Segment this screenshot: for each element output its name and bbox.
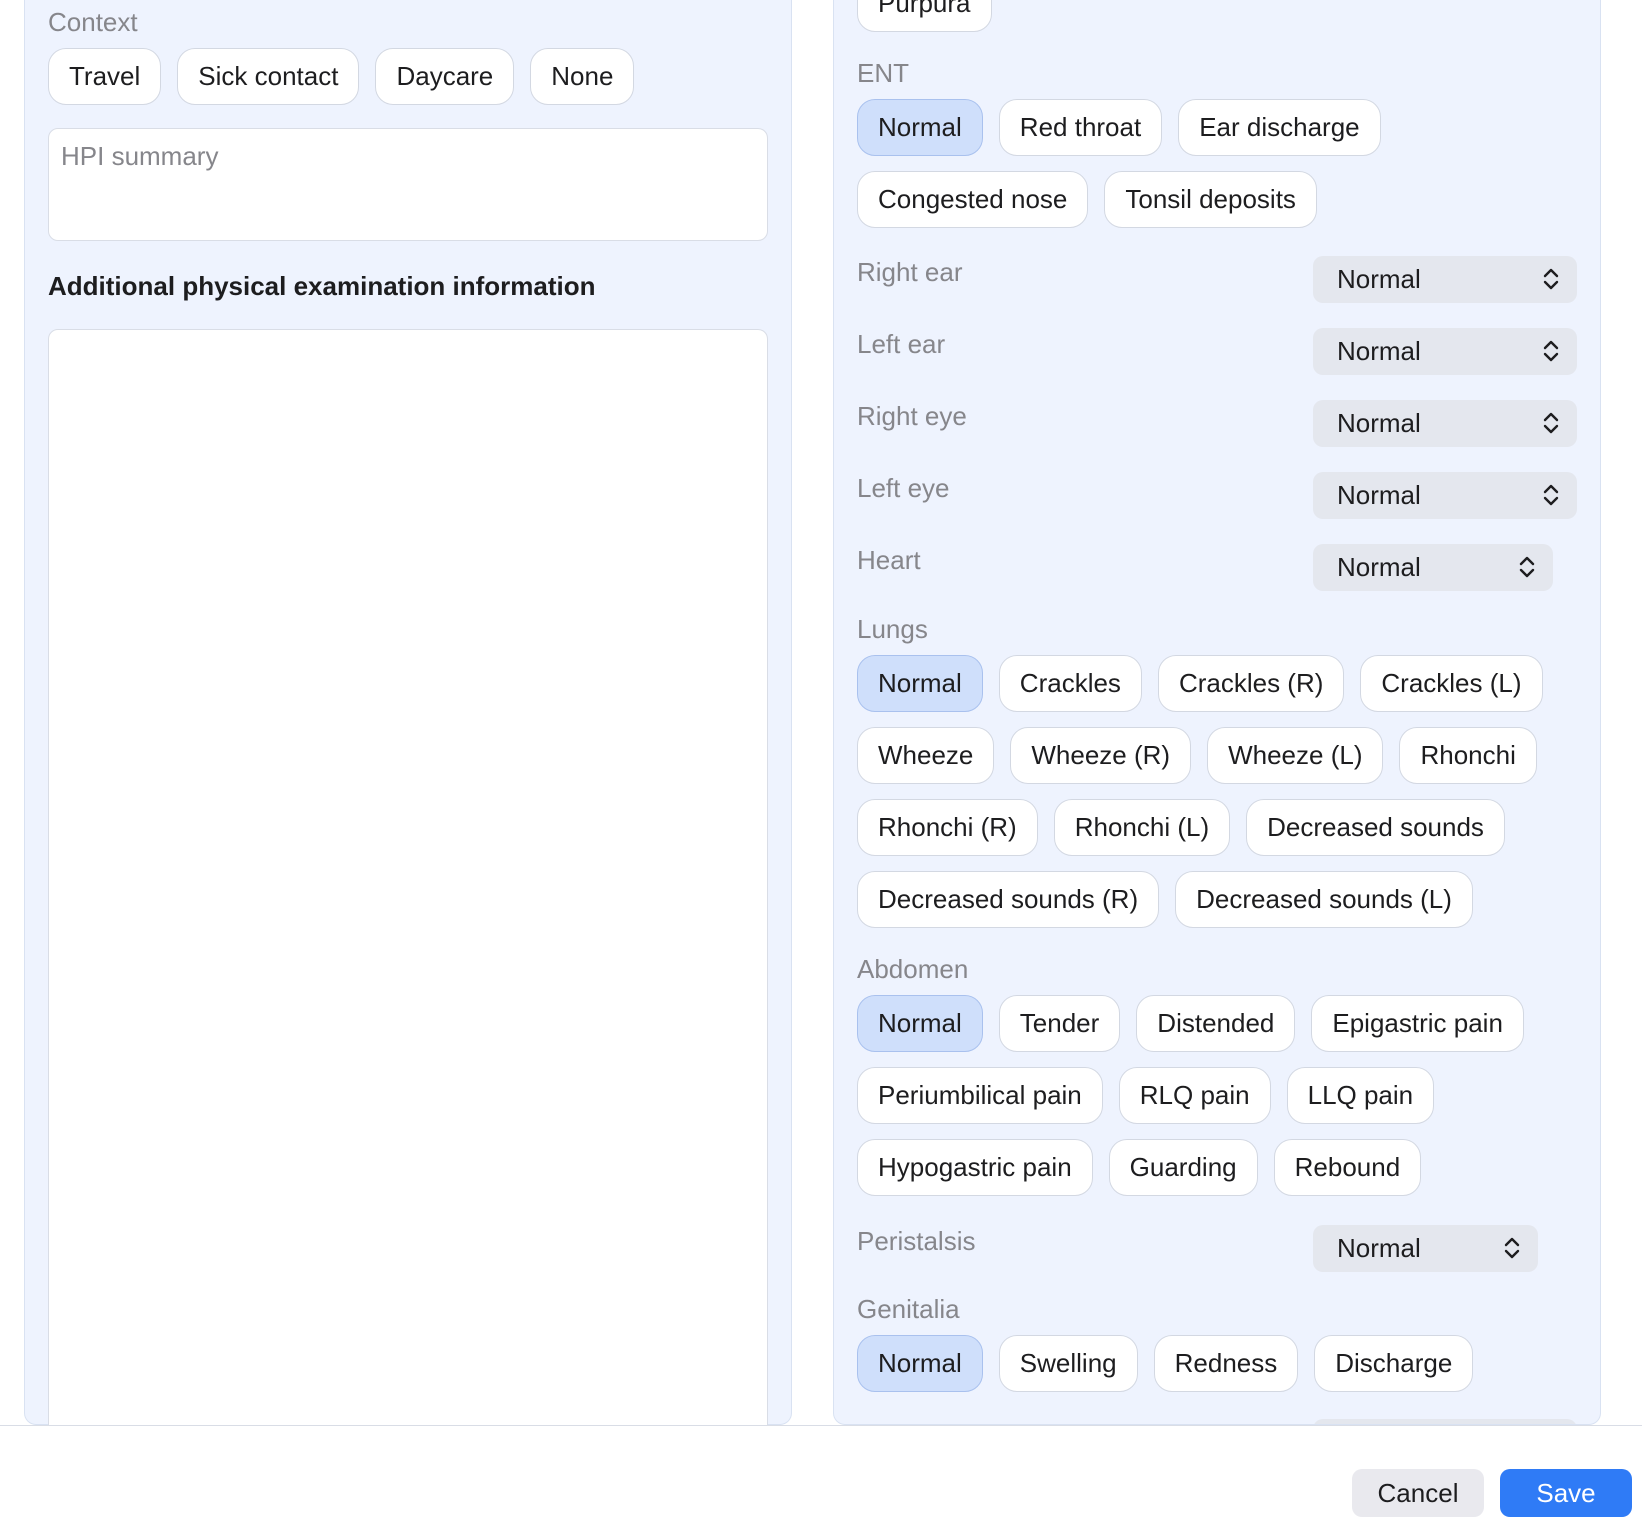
ent-chip-normal[interactable]: Normal [857, 99, 983, 156]
hpi-summary-placeholder: HPI summary [61, 141, 219, 171]
abdomen-chip-hypogastric-pain[interactable]: Hypogastric pain [857, 1139, 1093, 1196]
lungs-chip-crackles[interactable]: Crackles [998, 655, 1142, 712]
abdomen-chip-distended[interactable]: Distended [1136, 995, 1296, 1052]
genitalia-chip-redness[interactable]: Redness [1153, 1335, 1299, 1392]
chevron-up-down-icon [1543, 268, 1559, 290]
right-eye-value: Normal [1337, 408, 1421, 438]
lungs-chip-row-4: Decreased sounds (R) Decreased sounds (L… [857, 871, 1473, 928]
abdomen-chip-normal[interactable]: Normal [857, 995, 983, 1052]
additional-exam-heading: Additional physical examination informat… [48, 271, 596, 301]
lungs-chip-row-3: Rhonchi (R) Rhonchi (L) Decreased sounds [857, 799, 1505, 856]
chevron-up-down-icon [1543, 412, 1559, 434]
right-ear-select[interactable]: Normal [1313, 256, 1577, 303]
peristalsis-select[interactable]: Normal [1313, 1225, 1538, 1272]
context-chip-sick-contact[interactable]: Sick contact [177, 48, 360, 105]
left-eye-label: Left eye [857, 473, 950, 503]
save-button[interactable]: Save [1500, 1469, 1632, 1517]
lungs-chip-decreased-sounds-l[interactable]: Decreased sounds (L) [1175, 871, 1473, 928]
hpi-summary-input[interactable]: HPI summary [48, 128, 768, 241]
abdomen-chip-rlq-pain[interactable]: RLQ pain [1118, 1067, 1271, 1124]
right-eye-select[interactable]: Normal [1313, 400, 1577, 447]
lungs-chip-rhonchi-r[interactable]: Rhonchi (R) [857, 799, 1038, 856]
abdomen-chip-epigastric-pain[interactable]: Epigastric pain [1311, 995, 1524, 1052]
abdomen-chip-row-1: Normal Tender Distended Epigastric pain [857, 995, 1524, 1052]
context-chip-travel[interactable]: Travel [48, 48, 162, 105]
genitalia-chip-discharge[interactable]: Discharge [1314, 1335, 1474, 1392]
right-ear-value: Normal [1337, 264, 1421, 294]
lungs-chip-crackles-l[interactable]: Crackles (L) [1360, 655, 1543, 712]
genitalia-chip-swelling[interactable]: Swelling [998, 1335, 1138, 1392]
ent-chip-row-1: Normal Red throat Ear discharge [857, 99, 1381, 156]
lungs-chip-wheeze[interactable]: Wheeze [857, 727, 995, 784]
abdomen-chip-periumbilical-pain[interactable]: Periumbilical pain [857, 1067, 1103, 1124]
genitalia-label: Genitalia [857, 1294, 960, 1324]
left-ear-select[interactable]: Normal [1313, 328, 1577, 375]
context-chip-daycare[interactable]: Daycare [375, 48, 515, 105]
lungs-chip-rhonchi[interactable]: Rhonchi [1399, 727, 1537, 784]
abdomen-chip-guarding[interactable]: Guarding [1108, 1139, 1258, 1196]
chevron-up-down-icon [1543, 484, 1559, 506]
peristalsis-label: Peristalsis [857, 1226, 976, 1256]
abdomen-chip-rebound[interactable]: Rebound [1273, 1139, 1422, 1196]
physical-exam-panel: Purpura ENT Normal Red throat Ear discha… [833, 0, 1601, 1425]
genitalia-chip-row-1: Normal Swelling Redness Discharge [857, 1335, 1474, 1392]
left-ear-value: Normal [1337, 336, 1421, 366]
right-eye-label: Right eye [857, 401, 967, 431]
ent-chip-red-throat[interactable]: Red throat [998, 99, 1163, 156]
chevron-up-down-icon [1543, 340, 1559, 362]
abdomen-chip-llq-pain[interactable]: LLQ pain [1286, 1067, 1435, 1124]
context-chip-row: Travel Sick contact Daycare None [48, 48, 635, 105]
heart-select[interactable]: Normal [1313, 544, 1553, 591]
heart-value: Normal [1337, 552, 1421, 582]
lungs-chip-row-1: Normal Crackles Crackles (R) Crackles (L… [857, 655, 1543, 712]
abdomen-chip-row-3: Hypogastric pain Guarding Rebound [857, 1139, 1422, 1196]
skin-chip-purpura[interactable]: Purpura [857, 0, 992, 32]
context-label: Context [48, 7, 138, 37]
ent-chip-row-2: Congested nose Tonsil deposits [857, 171, 1317, 228]
lungs-chip-normal[interactable]: Normal [857, 655, 983, 712]
heart-label: Heart [857, 545, 921, 575]
cancel-button[interactable]: Cancel [1352, 1469, 1484, 1517]
ent-chip-ear-discharge[interactable]: Ear discharge [1178, 99, 1381, 156]
hpi-panel: Context Travel Sick contact Daycare None… [24, 0, 792, 1449]
left-eye-select[interactable]: Normal [1313, 472, 1577, 519]
chevron-up-down-icon [1519, 556, 1535, 578]
ent-chip-congested-nose[interactable]: Congested nose [857, 171, 1089, 228]
ent-label: ENT [857, 58, 909, 88]
lungs-label: Lungs [857, 614, 928, 644]
right-ear-label: Right ear [857, 257, 963, 287]
additional-exam-textarea[interactable] [48, 329, 768, 1449]
lungs-chip-rhonchi-l[interactable]: Rhonchi (L) [1053, 799, 1231, 856]
lungs-chip-wheeze-r[interactable]: Wheeze (R) [1010, 727, 1192, 784]
lungs-chip-decreased-sounds[interactable]: Decreased sounds [1246, 799, 1505, 856]
chevron-up-down-icon [1504, 1237, 1520, 1259]
abdomen-chip-row-2: Periumbilical pain RLQ pain LLQ pain [857, 1067, 1435, 1124]
abdomen-label: Abdomen [857, 954, 969, 984]
lungs-chip-wheeze-l[interactable]: Wheeze (L) [1207, 727, 1384, 784]
context-chip-none[interactable]: None [530, 48, 635, 105]
lungs-chip-row-2: Wheeze Wheeze (R) Wheeze (L) Rhonchi [857, 727, 1537, 784]
left-eye-value: Normal [1337, 480, 1421, 510]
lungs-chip-decreased-sounds-r[interactable]: Decreased sounds (R) [857, 871, 1160, 928]
peristalsis-value: Normal [1337, 1233, 1421, 1263]
abdomen-chip-tender[interactable]: Tender [998, 995, 1121, 1052]
skin-chip-row: Purpura [857, 0, 992, 32]
ent-chip-tonsil-deposits[interactable]: Tonsil deposits [1104, 171, 1317, 228]
lungs-chip-crackles-r[interactable]: Crackles (R) [1157, 655, 1345, 712]
genitalia-chip-normal[interactable]: Normal [857, 1335, 983, 1392]
dialog-footer: Cancel Save [0, 1425, 1642, 1536]
left-ear-label: Left ear [857, 329, 946, 359]
